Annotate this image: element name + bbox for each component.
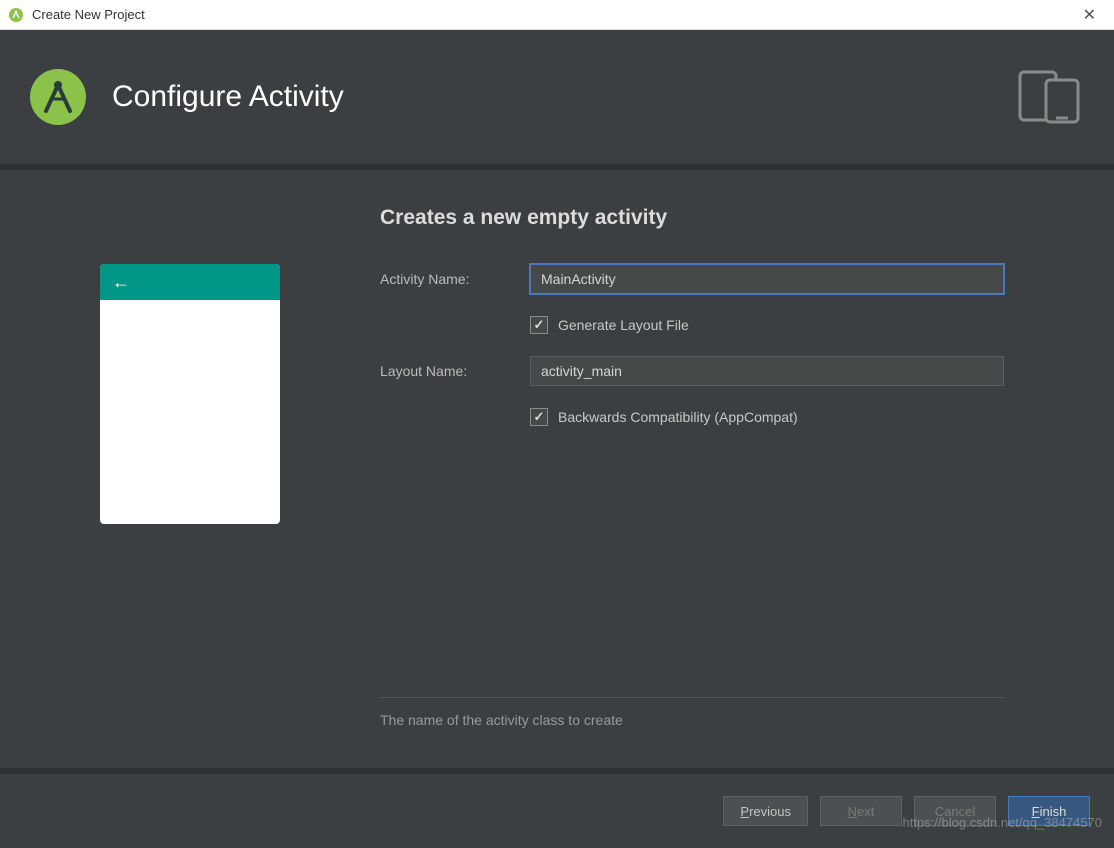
layout-name-input[interactable]: [530, 356, 1004, 386]
preview-column: ←: [0, 206, 380, 768]
activity-name-row: Activity Name:: [380, 264, 1004, 294]
activity-preview: ←: [100, 264, 280, 524]
cancel-button[interactable]: Cancel: [914, 796, 996, 826]
activity-name-label: Activity Name:: [380, 271, 530, 287]
appcompat-checkbox[interactable]: [530, 408, 548, 426]
activity-name-input[interactable]: [530, 264, 1004, 294]
window-title: Create New Project: [32, 7, 145, 22]
finish-button[interactable]: Finish: [1008, 796, 1090, 826]
layout-name-label: Layout Name:: [380, 363, 530, 379]
previous-button[interactable]: Previous: [723, 796, 808, 826]
layout-name-row: Layout Name:: [380, 356, 1004, 386]
back-arrow-icon: ←: [112, 272, 130, 293]
generate-layout-label[interactable]: Generate Layout File: [558, 317, 689, 333]
wizard-body: ← Creates a new empty activity Activity …: [0, 170, 1114, 768]
next-button: Next: [820, 796, 902, 826]
form-subtitle: Creates a new empty activity: [380, 206, 1004, 230]
titlebar: Create New Project ✕: [0, 0, 1114, 30]
android-studio-icon: [8, 7, 24, 23]
generate-layout-checkbox[interactable]: [530, 316, 548, 334]
wizard-container: Configure Activity ← Creates a new empty…: [0, 30, 1114, 848]
generate-layout-row: Generate Layout File: [380, 316, 1004, 334]
android-studio-logo: [28, 67, 88, 127]
devices-icon: [1016, 66, 1086, 129]
appcompat-row: Backwards Compatibility (AppCompat): [380, 408, 1004, 426]
close-icon[interactable]: ✕: [1073, 5, 1106, 25]
form-column: Creates a new empty activity Activity Na…: [380, 206, 1114, 768]
preview-appbar: ←: [100, 264, 280, 300]
help-text: The name of the activity class to create: [380, 698, 1004, 768]
appcompat-label[interactable]: Backwards Compatibility (AppCompat): [558, 409, 798, 425]
wizard-header: Configure Activity: [0, 30, 1114, 170]
page-title: Configure Activity: [112, 80, 344, 114]
wizard-footer: Previous Next Cancel Finish https://blog…: [0, 768, 1114, 848]
